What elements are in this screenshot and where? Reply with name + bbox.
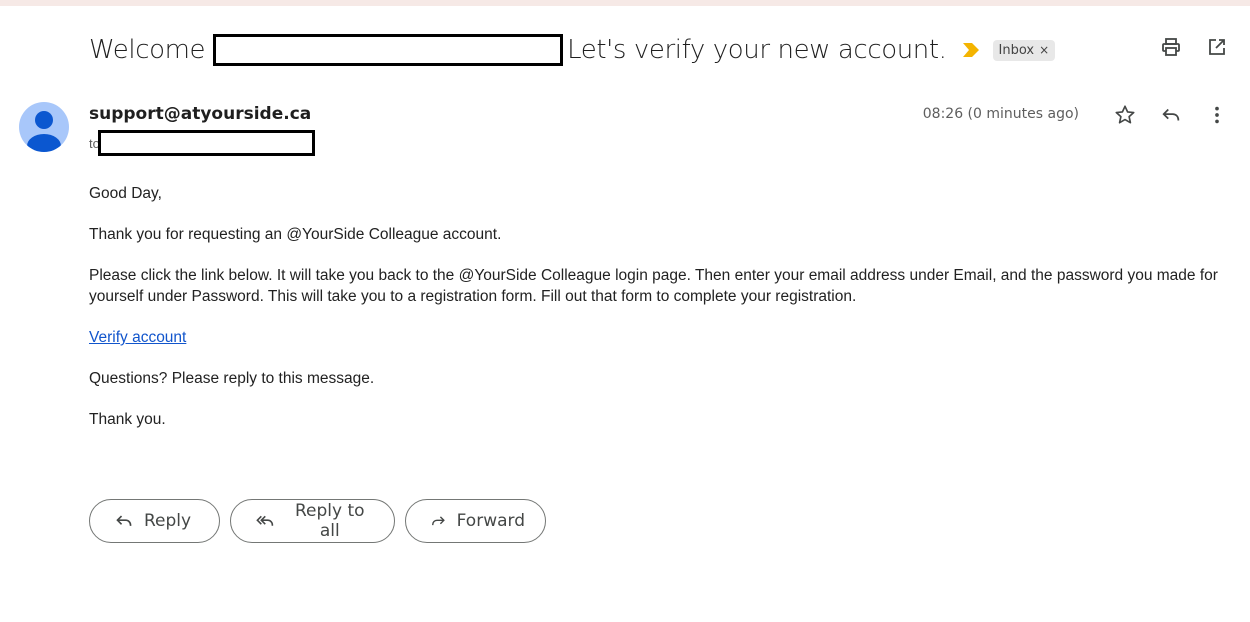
reply-all-button[interactable]: Reply to all [230,499,395,543]
subject-row: Welcome Let's verify your new account. I… [89,30,1056,70]
reply-button-label: Reply [144,511,192,531]
forward-button-label: Forward [456,511,525,531]
remove-label-icon[interactable]: × [1039,43,1049,57]
verify-account-link[interactable]: Verify account [89,329,186,346]
redacted-subject-name [213,34,564,66]
inbox-label-chip: Inbox × [992,39,1056,61]
forward-icon [432,516,445,526]
body-paragraph-3: Questions? Please reply to this message. [89,370,375,387]
sender-avatar[interactable] [19,102,69,152]
reply-icon[interactable] [1160,104,1182,126]
closing: Thank you. [89,411,166,428]
subject-suffix: Let's verify your new account. [567,35,947,65]
open-in-new-window-icon[interactable] [1206,36,1228,58]
body-paragraph-2: Please click the link below. It will tak… [89,267,1218,305]
reply-all-button-label: Reply to all [294,501,365,541]
star-icon[interactable] [1114,104,1136,126]
sender-email[interactable]: support@atyourside.ca [89,104,311,124]
reply-button[interactable]: Reply [89,499,220,543]
thread-toolbar [1160,36,1228,58]
greeting: Good Day, [89,185,162,202]
recipient-row: to [89,130,315,156]
inbox-label-text: Inbox [998,42,1035,58]
redacted-recipient [97,130,315,156]
print-icon[interactable] [1160,36,1182,58]
top-strip [0,0,1250,6]
reply-actions: Reply Reply to all Forward [89,499,546,543]
message-actions [1114,104,1228,126]
message-timestamp: 08:26 (0 minutes ago) [922,106,1079,122]
subject-prefix: Welcome [89,35,206,65]
reply-icon [116,515,132,526]
importance-marker-icon[interactable] [962,43,979,57]
forward-button[interactable]: Forward [405,499,546,543]
message-body: Good Day, Thank you for requesting an @Y… [89,183,1224,450]
body-paragraph-1: Thank you for requesting an @YourSide Co… [89,226,502,243]
reply-all-icon [256,515,274,526]
more-vertical-icon[interactable] [1206,104,1228,126]
